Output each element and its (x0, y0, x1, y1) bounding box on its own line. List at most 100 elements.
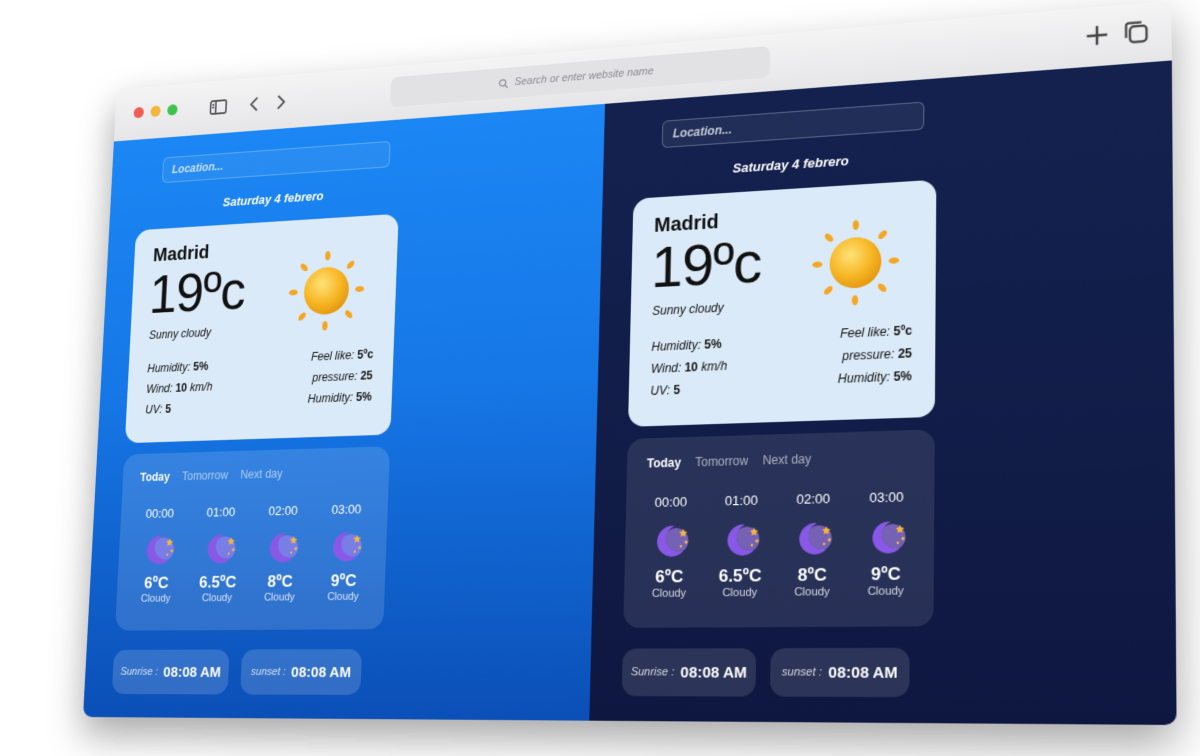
hour-temperature: 6ºC (655, 566, 684, 587)
sunset-time: 08:08 AM (290, 663, 352, 681)
tab-overview-icon[interactable] (1121, 17, 1152, 48)
current-date: Saturday 4 febrero (222, 188, 324, 210)
detail-uv: UV: 5 (144, 402, 172, 417)
current-condition: Sunny cloudy (148, 325, 212, 342)
sunset-pill: sunset : 08:08 AM (769, 647, 910, 698)
tab-next-day[interactable]: Next day (762, 452, 811, 468)
current-condition: Sunny cloudy (652, 300, 724, 319)
hourly-forecast-card: Today Tomorrow Next day 00:00 6ºC Cloudy… (623, 429, 935, 628)
window-controls (133, 104, 178, 119)
hour-temperature: 8ºC (797, 564, 827, 586)
detail-feels-like: Feel like: 5ºc (310, 347, 374, 364)
moon-stars-icon (332, 531, 363, 562)
hour-item: 02:00 8ºC Cloudy (780, 490, 846, 599)
back-arrow-icon[interactable] (244, 92, 266, 116)
hour-item: 00:00 6ºC Cloudy (638, 494, 702, 601)
current-date: Saturday 4 febrero (732, 153, 849, 176)
sunrise-time: 08:08 AM (162, 663, 222, 681)
detail-humidity: Humidity: 5% (651, 336, 722, 354)
zoom-window-button[interactable] (167, 104, 178, 116)
hour-item: 01:00 6.5ºC Cloudy (189, 504, 248, 605)
moon-stars-icon (872, 521, 906, 554)
tab-today[interactable]: Today (647, 455, 682, 470)
hour-item: 01:00 6.5ºC Cloudy (708, 492, 773, 600)
sun-icon (288, 250, 365, 331)
forward-arrow-icon[interactable] (270, 90, 292, 114)
details-right: Feel like: 5ºc pressure: 25 Humidity: 5% (307, 344, 374, 410)
sunrise-label: Sunrise : (120, 666, 159, 678)
moon-stars-icon (656, 525, 689, 557)
hour-condition: Cloudy (651, 587, 687, 601)
hour-temperature: 8ºC (267, 572, 294, 591)
new-tab-plus-icon[interactable] (1082, 20, 1113, 51)
hourly-list: 00:00 6ºC Cloudy 01:00 6.5ºC Cloudy 02:0… (638, 489, 920, 601)
tab-tomorrow[interactable]: Tomorrow (182, 468, 229, 483)
hour-item: 00:00 6ºC Cloudy (128, 506, 187, 605)
current-weather-card: Madrid 19ºc Sunny cloudy Humidity: 5% Wi… (628, 179, 937, 427)
sidebar-toggle-icon[interactable] (208, 95, 230, 119)
hour-condition: Cloudy (263, 591, 296, 604)
sunset-pill: sunset : 08:08 AM (240, 649, 363, 695)
detail-humidity-2: Humidity: 5% (307, 389, 373, 406)
detail-humidity-2: Humidity: 5% (837, 368, 912, 387)
hour-temperature: 9ºC (870, 563, 901, 585)
location-input[interactable] (161, 140, 391, 184)
close-window-button[interactable] (133, 106, 145, 119)
search-icon (498, 78, 509, 89)
detail-pressure: pressure: 25 (311, 368, 373, 385)
detail-feels-like: Feel like: 5ºc (839, 323, 913, 341)
detail-uv: UV: 5 (650, 382, 681, 398)
browser-window: Search or enter website name Saturday 4 … (83, 0, 1177, 725)
hour-time: 01:00 (206, 504, 236, 520)
hour-time: 01:00 (724, 492, 759, 509)
sunrise-time: 08:08 AM (680, 663, 748, 682)
sun-icon (812, 219, 900, 306)
details-left: Humidity: 5% Wind: 10 km/h UV: 5 (145, 356, 214, 421)
tab-today[interactable]: Today (140, 470, 170, 484)
detail-wind: Wind: 10 km/h (650, 358, 728, 376)
detail-pressure: pressure: 25 (842, 345, 913, 364)
moon-stars-icon (269, 533, 299, 563)
hour-time: 02:00 (796, 490, 831, 507)
minimize-window-button[interactable] (150, 105, 161, 118)
moon-stars-icon (146, 535, 175, 565)
details-left: Humidity: 5% Wind: 10 km/h UV: 5 (650, 333, 728, 402)
hourly-list: 00:00 6ºC Cloudy 01:00 6.5ºC Cloudy 02:0… (128, 501, 375, 605)
sunset-time: 08:08 AM (828, 663, 898, 682)
weather-pane-dark: Saturday 4 febrero Madrid 19ºc Sunny clo… (589, 60, 1177, 725)
page-content: Saturday 4 febrero Madrid 19ºc Sunny clo… (83, 60, 1177, 725)
location-input[interactable] (661, 101, 925, 149)
sunset-label: sunset : (250, 666, 287, 678)
hour-condition: Cloudy (201, 592, 233, 605)
tab-tomorrow[interactable]: Tomorrow (695, 454, 748, 470)
hour-condition: Cloudy (722, 586, 758, 600)
details-right: Feel like: 5ºc pressure: 25 Humidity: 5% (838, 319, 913, 390)
stage: Search or enter website name Saturday 4 … (0, 0, 1200, 756)
tab-next-day[interactable]: Next day (240, 467, 283, 482)
sunrise-label: Sunrise : (630, 666, 675, 679)
forecast-tabs: Today Tomorrow Next day (647, 452, 812, 471)
current-temperature: 19ºc (650, 229, 762, 301)
weather-pane-light: Saturday 4 febrero Madrid 19ºc Sunny clo… (83, 103, 606, 721)
hour-condition: Cloudy (867, 584, 904, 599)
address-placeholder: Search or enter website name (514, 65, 654, 89)
detail-humidity: Humidity: 5% (147, 359, 209, 376)
moon-stars-icon (799, 522, 833, 555)
sunrise-pill: Sunrise : 08:08 AM (621, 648, 757, 697)
sunset-label: sunset : (781, 666, 823, 679)
moon-stars-icon (727, 524, 760, 556)
hour-temperature: 6ºC (143, 573, 169, 593)
hour-temperature: 9ºC (330, 571, 357, 591)
hour-condition: Cloudy (327, 590, 359, 603)
hour-time: 03:00 (331, 501, 362, 517)
hour-time: 00:00 (145, 505, 175, 521)
current-temperature: 19ºc (147, 259, 247, 326)
hour-item: 02:00 8ºC Cloudy (251, 503, 311, 604)
hourly-forecast-card: Today Tomorrow Next day 00:00 6ºC Cloudy… (115, 446, 391, 631)
detail-wind: Wind: 10 km/h (146, 379, 213, 396)
current-weather-card: Madrid 19ºc Sunny cloudy Humidity: 5% Wi… (124, 213, 399, 444)
hour-condition: Cloudy (794, 585, 830, 599)
hour-temperature: 6.5ºC (718, 565, 762, 586)
moon-stars-icon (207, 534, 237, 564)
hour-time: 00:00 (654, 493, 688, 511)
